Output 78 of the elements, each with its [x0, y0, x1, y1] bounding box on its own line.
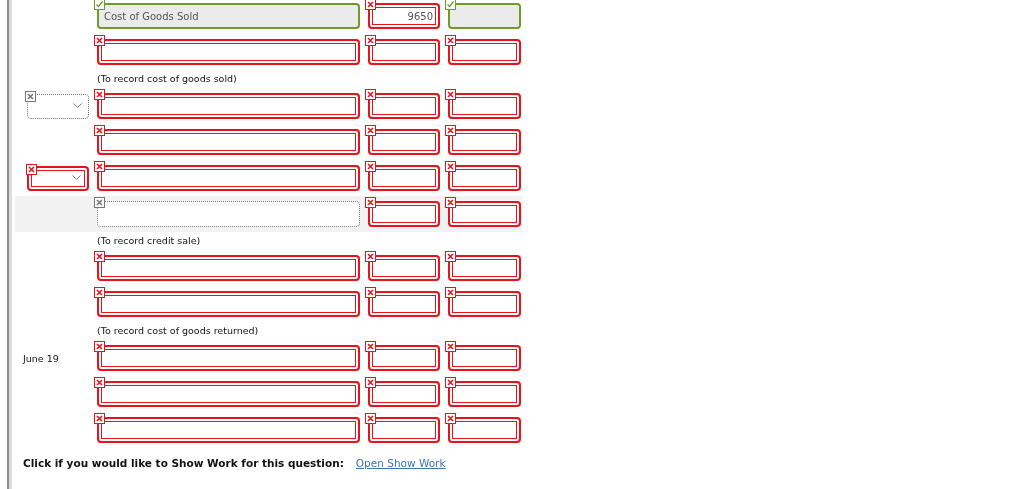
- account-field[interactable]: [97, 201, 360, 227]
- x-mark-icon: [365, 287, 376, 298]
- x-mark-icon: [445, 35, 456, 46]
- account-field[interactable]: [97, 381, 360, 407]
- debit-field[interactable]: [368, 39, 440, 65]
- x-mark-icon: [445, 341, 456, 352]
- x-mark-icon: [365, 377, 376, 388]
- debit-field[interactable]: [368, 255, 440, 281]
- account-field[interactable]: [97, 255, 360, 281]
- account-field[interactable]: [97, 417, 360, 443]
- credit-field[interactable]: [448, 291, 521, 317]
- debit-field[interactable]: [368, 345, 440, 371]
- date-dropdown[interactable]: [27, 165, 89, 191]
- x-mark-icon: [94, 125, 105, 136]
- x-mark-icon: [94, 197, 105, 208]
- credit-field[interactable]: [448, 3, 521, 29]
- chevron-down-icon: [72, 175, 81, 181]
- credit-field[interactable]: [448, 165, 521, 191]
- x-mark-icon: [365, 35, 376, 46]
- debit-field[interactable]: [368, 165, 440, 191]
- debit-field[interactable]: [368, 381, 440, 407]
- credit-field[interactable]: [448, 417, 521, 443]
- date-label: June 19: [23, 352, 59, 364]
- account-field[interactable]: [97, 291, 360, 317]
- account-field[interactable]: [97, 345, 360, 371]
- check-mark-icon: [94, 0, 105, 10]
- account-field[interactable]: [97, 129, 360, 155]
- x-mark-icon: [445, 125, 456, 136]
- credit-field[interactable]: [448, 93, 521, 119]
- credit-field[interactable]: [448, 381, 521, 407]
- debit-field[interactable]: [368, 417, 440, 443]
- x-mark-icon: [445, 287, 456, 298]
- account-field[interactable]: [97, 39, 360, 65]
- credit-field[interactable]: [448, 345, 521, 371]
- check-mark-icon: [445, 0, 456, 10]
- x-mark-icon: [445, 197, 456, 208]
- account-field[interactable]: Cost of Goods Sold: [97, 3, 360, 29]
- debit-field[interactable]: [368, 93, 440, 119]
- x-mark-icon: [365, 161, 376, 172]
- account-field[interactable]: [97, 165, 360, 191]
- x-mark-icon: [365, 341, 376, 352]
- x-mark-icon: [365, 0, 376, 10]
- entry-note: (To record credit sale): [97, 235, 201, 246]
- x-mark-icon: [94, 251, 105, 262]
- x-mark-icon: [94, 287, 105, 298]
- credit-field[interactable]: [448, 39, 521, 65]
- x-mark-icon: [94, 35, 105, 46]
- x-mark-icon: [365, 125, 376, 136]
- debit-field[interactable]: [368, 201, 440, 227]
- x-mark-icon: [365, 251, 376, 262]
- x-mark-icon: [94, 413, 105, 424]
- x-mark-icon: [365, 89, 376, 100]
- show-work-prompt: Click if you would like to Show Work for this question:: [23, 457, 344, 469]
- x-mark-icon: [445, 377, 456, 388]
- x-mark-icon: [445, 89, 456, 100]
- credit-field[interactable]: [448, 129, 521, 155]
- x-mark-icon: [25, 90, 36, 102]
- date-dropdown[interactable]: [27, 93, 89, 119]
- x-mark-icon: [94, 377, 105, 388]
- entry-note: (To record cost of goods sold): [97, 73, 237, 84]
- account-field[interactable]: [97, 93, 360, 119]
- open-show-work-link[interactable]: Open Show Work: [355, 457, 446, 469]
- x-mark-icon: [445, 161, 456, 172]
- x-mark-icon: [445, 413, 456, 424]
- credit-field[interactable]: [448, 255, 521, 281]
- debit-field[interactable]: 9650: [368, 3, 440, 29]
- x-mark-icon: [365, 413, 376, 424]
- x-mark-icon: [94, 161, 105, 172]
- credit-field[interactable]: [448, 201, 521, 227]
- x-mark-icon: [94, 341, 105, 352]
- debit-field[interactable]: [368, 291, 440, 317]
- chevron-down-icon: [73, 103, 82, 109]
- entry-note: (To record cost of goods returned): [97, 325, 259, 336]
- x-mark-icon: [365, 197, 376, 208]
- debit-field[interactable]: [368, 129, 440, 155]
- x-mark-icon: [26, 163, 37, 175]
- x-mark-icon: [445, 251, 456, 262]
- x-mark-icon: [94, 89, 105, 100]
